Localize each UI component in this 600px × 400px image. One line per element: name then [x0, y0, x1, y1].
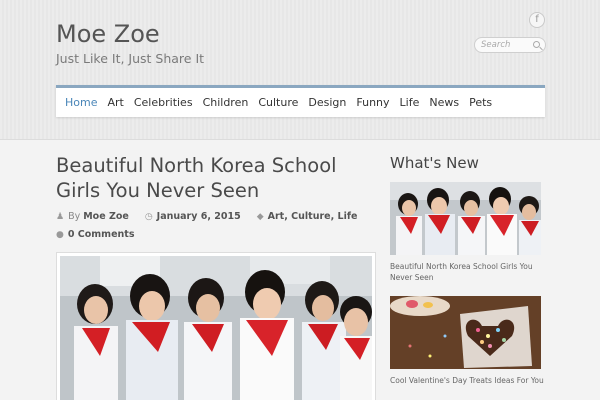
nav-item-culture[interactable]: Culture [253, 88, 303, 117]
site-tagline: Just Like It, Just Share It [56, 51, 205, 66]
post-category-culture[interactable]: Culture [291, 211, 330, 222]
sidebar-caption-2[interactable]: Cool Valentine's Day Treats Ideas For Yo… [390, 375, 550, 386]
tag-icon: ◆ [256, 211, 264, 222]
nav-item-news[interactable]: News [424, 88, 464, 117]
facebook-icon[interactable]: f [529, 12, 545, 28]
search-placeholder: Search [481, 40, 511, 50]
post-by-label: By [68, 211, 81, 222]
sidebar-thumb-2[interactable] [390, 296, 541, 369]
nav-item-home[interactable]: Home [60, 88, 102, 117]
nav-item-design[interactable]: Design [303, 88, 351, 117]
nav-item-pets[interactable]: Pets [464, 88, 497, 117]
search-icon[interactable] [533, 41, 540, 48]
main-nav: Home Art Celebrities Children Culture De… [56, 85, 545, 117]
sidebar-caption-1[interactable]: Beautiful North Korea School Girls You N… [390, 261, 550, 283]
sidebar-title: What's New [390, 154, 479, 172]
post-title[interactable]: Beautiful North Korea School Girls You N… [56, 153, 376, 203]
school-girls-thumbnail [390, 182, 541, 255]
valentine-treats-thumbnail [390, 296, 541, 369]
user-icon: ♟ [56, 211, 65, 222]
nav-item-funny[interactable]: Funny [351, 88, 394, 117]
post-comments-link[interactable]: 0 Comments [68, 229, 135, 240]
post-category-life[interactable]: Life [338, 211, 358, 222]
search-input[interactable]: Search [474, 37, 546, 53]
nav-item-art[interactable]: Art [102, 88, 128, 117]
post-featured-image[interactable] [56, 252, 376, 400]
post-meta: ♟ By Moe Zoe ◷ January 6, 2015 ◆ Art, Cu… [56, 211, 358, 222]
nav-item-celebrities[interactable]: Celebrities [129, 88, 198, 117]
comment-icon: ● [56, 229, 64, 240]
post-category-art[interactable]: Art [268, 211, 285, 222]
clock-icon: ◷ [144, 211, 153, 222]
site-title[interactable]: Moe Zoe [56, 20, 160, 48]
sidebar-thumb-1[interactable] [390, 182, 541, 255]
post-author-link[interactable]: Moe Zoe [83, 211, 129, 222]
post-date: January 6, 2015 [156, 211, 241, 222]
nav-item-children[interactable]: Children [198, 88, 254, 117]
post-comments: ● 0 Comments [56, 229, 134, 240]
nav-item-life[interactable]: Life [395, 88, 425, 117]
school-girls-photo [60, 256, 372, 400]
